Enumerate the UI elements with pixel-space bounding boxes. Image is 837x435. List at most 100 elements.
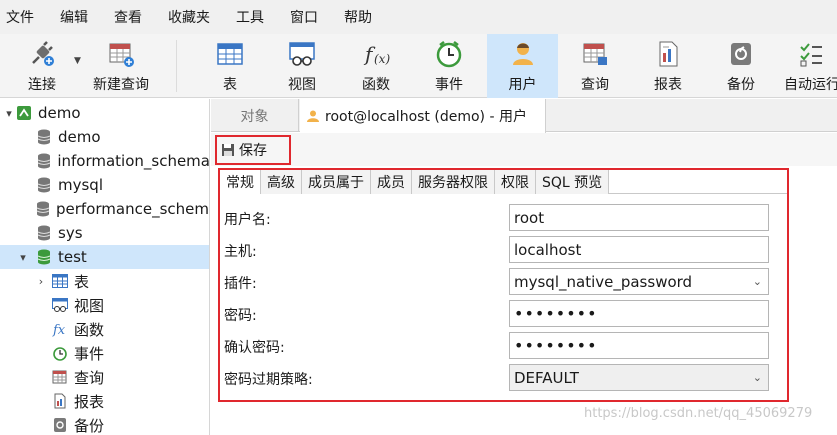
tree-label: 事件 bbox=[74, 344, 105, 363]
tree-label: demo bbox=[38, 104, 81, 122]
database-icon bbox=[36, 129, 52, 145]
new-query-label: 新建查询 bbox=[93, 77, 149, 93]
clock-icon bbox=[433, 38, 465, 70]
save-button[interactable]: 保存 bbox=[215, 135, 291, 165]
tree-label: demo bbox=[58, 128, 101, 146]
svg-text:fx: fx bbox=[52, 323, 66, 337]
plugin-select[interactable]: mysql_native_password ⌄ bbox=[509, 268, 769, 295]
password-value: •••••••• bbox=[514, 304, 598, 323]
subtab-server-privileges[interactable]: 服务器权限 bbox=[412, 170, 495, 194]
chevron-down-icon[interactable]: ▾ bbox=[16, 251, 30, 264]
query-icon bbox=[52, 369, 68, 385]
view-icon bbox=[52, 297, 68, 313]
new-query-button[interactable]: 新建查询 bbox=[86, 34, 156, 98]
function-button[interactable]: f (x) 函数 bbox=[346, 34, 406, 98]
view-button[interactable]: 视图 bbox=[272, 34, 332, 98]
host-value: localhost bbox=[514, 240, 582, 259]
connect-dropdown-icon[interactable]: ▼ bbox=[74, 56, 81, 66]
table-icon bbox=[214, 38, 246, 70]
form-row-password: 密码: •••••••• bbox=[220, 298, 787, 330]
tree-item-tables[interactable]: › 表 bbox=[0, 269, 209, 293]
password-input[interactable]: •••••••• bbox=[509, 300, 769, 327]
menu-view[interactable]: 查看 bbox=[112, 7, 156, 27]
tree-item-functions[interactable]: fx 函数 bbox=[0, 317, 209, 341]
function-icon: fx bbox=[52, 321, 68, 337]
tab-user-label: root@localhost (demo) - 用户 bbox=[325, 109, 527, 125]
editor-toolbar: 保存 bbox=[211, 133, 837, 166]
tree-item-views[interactable]: 视图 bbox=[0, 293, 209, 317]
menu-edit[interactable]: 编辑 bbox=[58, 7, 102, 27]
svg-text:(x): (x) bbox=[374, 52, 390, 66]
report-icon bbox=[652, 38, 684, 70]
auto-run-button[interactable]: 自动运行 bbox=[782, 34, 837, 98]
username-value: root bbox=[514, 208, 545, 227]
tree-label: test bbox=[58, 248, 87, 266]
subtab-member-of[interactable]: 成员属于 bbox=[302, 170, 371, 194]
tree-item-queries[interactable]: 查询 bbox=[0, 365, 209, 389]
form-row-confirm-password: 确认密码: •••••••• bbox=[220, 330, 787, 362]
tree-label: 视图 bbox=[74, 296, 105, 315]
subtab-advanced[interactable]: 高级 bbox=[261, 170, 302, 194]
toolbar-separator bbox=[176, 40, 177, 92]
host-input[interactable]: localhost bbox=[509, 236, 769, 263]
menu-help[interactable]: 帮助 bbox=[342, 7, 386, 27]
tree-item-reports[interactable]: 报表 bbox=[0, 389, 209, 413]
chevron-down-icon[interactable]: ▾ bbox=[2, 107, 16, 120]
user-label: 用户 bbox=[508, 77, 537, 93]
tree-db-mysql[interactable]: mysql bbox=[0, 173, 209, 197]
tree-label: mysql bbox=[58, 176, 103, 194]
tree-item-events[interactable]: 事件 bbox=[0, 341, 209, 365]
database-icon bbox=[36, 225, 52, 241]
tree-db-demo[interactable]: demo bbox=[0, 125, 209, 149]
menu-tools[interactable]: 工具 bbox=[234, 7, 278, 27]
tree-label: 查询 bbox=[74, 368, 105, 387]
table-label: 表 bbox=[223, 77, 237, 93]
user-button[interactable]: 用户 bbox=[487, 34, 558, 98]
navigation-tree: ▾ demo demo information_schema mysql per… bbox=[0, 99, 210, 435]
database-icon bbox=[36, 201, 50, 217]
menu-window[interactable]: 窗口 bbox=[288, 7, 332, 27]
new-query-icon bbox=[105, 38, 137, 70]
tree-label: 表 bbox=[74, 272, 90, 291]
subtab-sql-preview[interactable]: SQL 预览 bbox=[536, 170, 610, 194]
plugin-value: mysql_native_password bbox=[514, 272, 693, 291]
subtab-general[interactable]: 常规 bbox=[220, 170, 261, 194]
query-button[interactable]: 查询 bbox=[565, 34, 625, 98]
chevron-right-icon[interactable]: › bbox=[34, 275, 48, 288]
user-icon bbox=[507, 38, 539, 70]
tab-objects[interactable]: 对象 bbox=[211, 99, 299, 132]
report-button[interactable]: 报表 bbox=[638, 34, 698, 98]
tree-label: sys bbox=[58, 224, 83, 242]
username-input[interactable]: root bbox=[509, 204, 769, 231]
tree-connection-demo[interactable]: ▾ demo bbox=[0, 101, 209, 125]
connect-label: 连接 bbox=[28, 77, 56, 93]
connection-icon bbox=[16, 105, 32, 121]
expire-policy-value: DEFAULT bbox=[514, 368, 579, 387]
tree-item-backups[interactable]: 备份 bbox=[0, 413, 209, 435]
menu-file[interactable]: 文件 bbox=[4, 7, 48, 27]
event-button[interactable]: 事件 bbox=[419, 34, 479, 98]
user-icon bbox=[306, 109, 320, 123]
query-icon bbox=[579, 38, 611, 70]
connect-button[interactable]: 连接 bbox=[14, 34, 70, 98]
table-button[interactable]: 表 bbox=[200, 34, 260, 98]
tab-user-editor[interactable]: root@localhost (demo) - 用户 bbox=[300, 99, 546, 133]
username-label: 用户名: bbox=[224, 212, 271, 228]
menu-favorites[interactable]: 收藏夹 bbox=[166, 7, 224, 27]
backup-button[interactable]: 备份 bbox=[711, 34, 771, 98]
tree-db-performance-schema[interactable]: performance_schema bbox=[0, 197, 209, 221]
tree-label: 报表 bbox=[74, 392, 105, 411]
expire-policy-label: 密码过期策略: bbox=[224, 372, 313, 388]
tree-db-information-schema[interactable]: information_schema bbox=[0, 149, 209, 173]
database-icon bbox=[36, 249, 52, 265]
tree-db-test[interactable]: ▾ test bbox=[0, 245, 209, 269]
expire-policy-select[interactable]: DEFAULT ⌄ bbox=[509, 364, 769, 391]
backup-label: 备份 bbox=[727, 77, 755, 93]
tree-db-sys[interactable]: sys bbox=[0, 221, 209, 245]
backup-icon bbox=[725, 38, 757, 70]
subtab-members[interactable]: 成员 bbox=[371, 170, 412, 194]
subtab-privileges[interactable]: 权限 bbox=[495, 170, 536, 194]
report-icon bbox=[52, 393, 68, 409]
confirm-password-label: 确认密码: bbox=[224, 340, 285, 356]
confirm-password-input[interactable]: •••••••• bbox=[509, 332, 769, 359]
